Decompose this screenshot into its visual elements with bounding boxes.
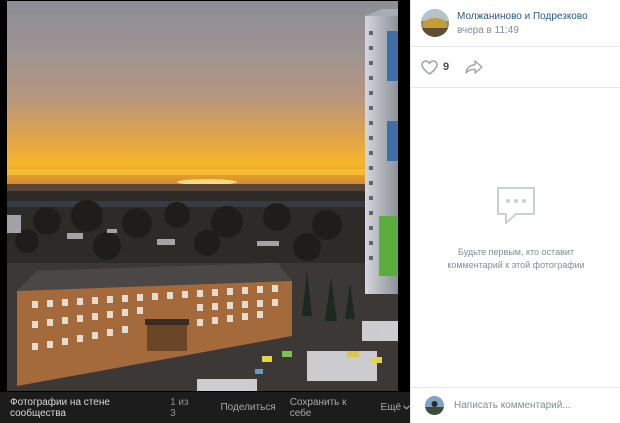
- sunset-photo-image: [7, 1, 398, 391]
- user-avatar[interactable]: [425, 396, 444, 415]
- comment-composer: [411, 387, 620, 423]
- photo[interactable]: [7, 1, 398, 391]
- share-icon: [465, 60, 483, 74]
- empty-comments: Будьте первым, кто оставит комментарий к…: [411, 185, 620, 272]
- share-button[interactable]: Поделиться: [220, 402, 275, 413]
- comment-input[interactable]: [454, 400, 604, 411]
- heart-icon: [421, 59, 438, 75]
- photo-counter: 1 из 3: [170, 396, 189, 419]
- empty-message-line2: комментарий к этой фотографии: [447, 260, 585, 270]
- photo-viewer: Фотографии на стене сообщества 1 из 3 По…: [0, 0, 620, 423]
- empty-message-line1: Будьте первым, кто оставит: [457, 247, 575, 257]
- info-sidebar: Молжаниново и Подрезково вчера в 11:49 9: [410, 0, 620, 423]
- author-name[interactable]: Молжаниново и Подрезково: [457, 11, 588, 22]
- chevron-down-icon: [403, 405, 410, 410]
- user-avatar-image: [425, 396, 444, 415]
- community-avatar-image: [421, 9, 449, 37]
- save-button[interactable]: Сохранить к себе: [290, 397, 367, 419]
- album-caption[interactable]: Фотографии на стене сообщества: [10, 397, 160, 419]
- more-label: Ещё: [380, 402, 402, 413]
- post-actions: 9: [411, 47, 620, 88]
- photo-footer: Фотографии на стене сообщества 1 из 3 По…: [0, 392, 410, 423]
- share-icon-button[interactable]: [465, 60, 483, 74]
- post-header: Молжаниново и Подрезково вчера в 11:49: [411, 0, 620, 47]
- comment-bubble-icon: [497, 187, 535, 224]
- like-count: 9: [443, 61, 450, 73]
- community-avatar[interactable]: [421, 9, 449, 37]
- more-button[interactable]: Ещё: [381, 402, 410, 413]
- photo-pane: Фотографии на стене сообщества 1 из 3 По…: [0, 0, 410, 423]
- like-button[interactable]: 9: [421, 59, 450, 75]
- post-time[interactable]: вчера в 11:49: [457, 25, 588, 36]
